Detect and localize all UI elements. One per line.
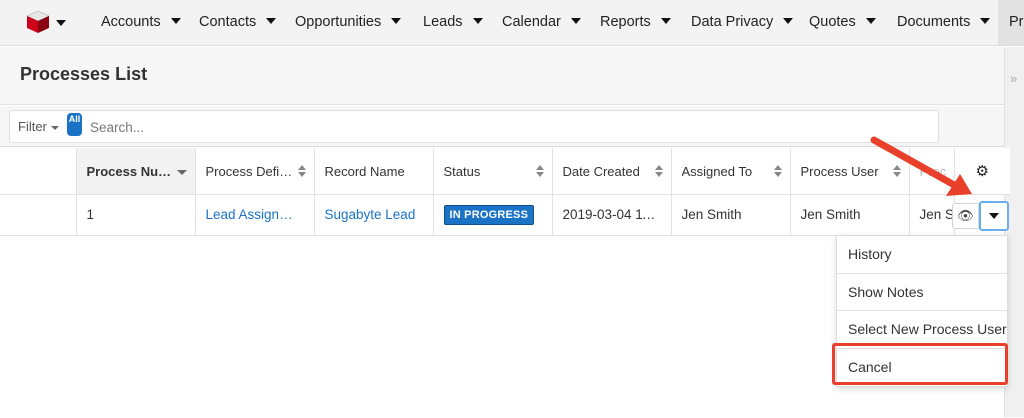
process-number-cell: 1	[76, 194, 196, 236]
column-header-record-name[interactable]: Record Name	[314, 148, 434, 195]
nav-item-processes[interactable]: Pr	[998, 0, 1024, 45]
processes-table: Process Num... Process Definit... Record…	[0, 148, 1010, 236]
process-definition-link[interactable]: Lead Assignme...	[206, 207, 304, 222]
chevron-down-icon[interactable]	[783, 18, 794, 25]
page-title: Processes List	[20, 64, 148, 84]
nav-item-opportunities[interactable]: Opportunities	[295, 0, 402, 45]
assigned-to-cell: Jen Smith	[671, 194, 791, 236]
status-badge: IN PROGRESS	[443, 204, 535, 225]
table-header-row: Process Num... Process Definit... Record…	[0, 148, 1010, 195]
process-definition-cell: Lead Assignme...	[195, 194, 315, 236]
nav-item-leads[interactable]: Leads	[423, 0, 483, 45]
sort-icon[interactable]	[773, 165, 782, 177]
column-header-status[interactable]: Status	[433, 148, 553, 195]
search-input[interactable]	[90, 117, 490, 137]
all-records-badge[interactable]: All	[67, 113, 82, 136]
sort-icon[interactable]	[654, 165, 663, 177]
date-created-cell: 2019-03-04 11:...	[552, 194, 672, 236]
filter-bar: Filter All	[0, 106, 1004, 147]
column-header-process-definition[interactable]: Process Definit...	[195, 148, 315, 195]
table-row[interactable]: 1 Lead Assignme... Sugabyte Lead IN PROG…	[0, 194, 1010, 236]
select-column-header	[0, 148, 77, 195]
chevron-down-icon[interactable]	[50, 125, 59, 130]
cancel-highlight-annotation	[832, 343, 1008, 385]
chevron-down-icon[interactable]	[980, 18, 991, 25]
chevron-down-icon[interactable]	[660, 18, 671, 25]
chevron-down-icon[interactable]	[170, 18, 181, 25]
status-cell: IN PROGRESS	[433, 194, 553, 236]
sort-icon[interactable]	[535, 165, 544, 177]
logo-menu-caret-icon[interactable]	[56, 20, 66, 26]
nav-item-data-privacy[interactable]: Data Privacy	[691, 0, 794, 45]
nav-item-contacts[interactable]: Contacts	[199, 0, 277, 45]
column-header-process-number[interactable]: Process Num...	[76, 148, 196, 195]
chevron-down-icon[interactable]	[266, 18, 277, 25]
menu-item-show-notes[interactable]: Show Notes	[837, 274, 1007, 311]
double-chevron-right-icon[interactable]: »	[1010, 71, 1017, 86]
chevron-down-icon[interactable]	[865, 18, 876, 25]
nav-item-accounts[interactable]: Accounts	[101, 0, 181, 45]
chevron-down-icon[interactable]	[570, 18, 581, 25]
row-select-cell	[0, 194, 77, 236]
chevron-down-icon[interactable]	[391, 18, 402, 25]
column-header-date-created[interactable]: Date Created	[552, 148, 672, 195]
sort-desc-icon[interactable]	[176, 170, 187, 175]
top-navigation: Accounts Contacts Opportunities Leads Ca…	[0, 0, 1024, 46]
column-header-assigned-to[interactable]: Assigned To	[671, 148, 791, 195]
eye-icon: 👁	[957, 208, 974, 223]
annotation-arrow-icon	[870, 136, 972, 196]
record-name-cell: Sugabyte Lead	[314, 194, 434, 236]
nav-item-calendar[interactable]: Calendar	[502, 0, 581, 45]
menu-item-history[interactable]: History	[837, 236, 1007, 274]
sugar-cube-logo-icon[interactable]	[26, 10, 50, 34]
filter-search-box: Filter All	[9, 110, 939, 143]
sort-icon[interactable]	[297, 165, 306, 177]
filter-button[interactable]: Filter	[18, 119, 59, 134]
record-name-link[interactable]: Sugabyte Lead	[325, 207, 423, 222]
nav-item-documents[interactable]: Documents	[897, 0, 991, 45]
nav-item-quotes[interactable]: Quotes	[809, 0, 876, 45]
list-header: Processes List	[0, 47, 1024, 105]
nav-item-reports[interactable]: Reports	[600, 0, 671, 45]
chevron-down-icon[interactable]	[472, 18, 483, 25]
